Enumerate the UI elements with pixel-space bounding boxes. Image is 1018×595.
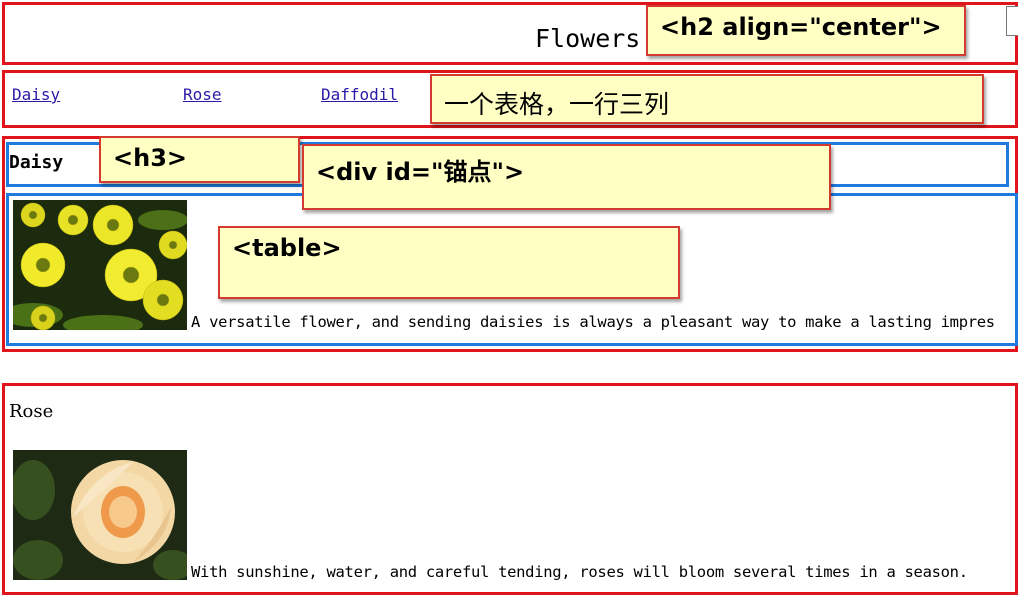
table-annotation-note: <table> [218,226,680,299]
nav-link-daisy[interactable]: Daisy [12,85,60,104]
daisy-caption: A versatile flower, and sending daisies … [191,313,995,331]
page-title: Flowers [535,24,641,53]
scroll-corner-widget [1006,6,1018,36]
div-anchor-annotation-note: <div id="锚点"> [302,144,831,210]
h2-annotation-note: <h2 align="center"> [646,5,966,56]
rose-caption: With sunshine, water, and careful tendin… [191,563,968,581]
h3-annotation-note: <h3> [99,136,300,183]
nav-link-rose[interactable]: Rose [183,85,222,104]
section-heading-daisy: Daisy [9,152,64,173]
table-row-annotation-note: 一个表格，一行三列 [430,74,984,124]
rose-photo [13,450,187,580]
daisy-photo [13,200,187,330]
nav-link-daffodil[interactable]: Daffodil [321,85,398,104]
section-heading-rose: Rose [9,401,54,422]
